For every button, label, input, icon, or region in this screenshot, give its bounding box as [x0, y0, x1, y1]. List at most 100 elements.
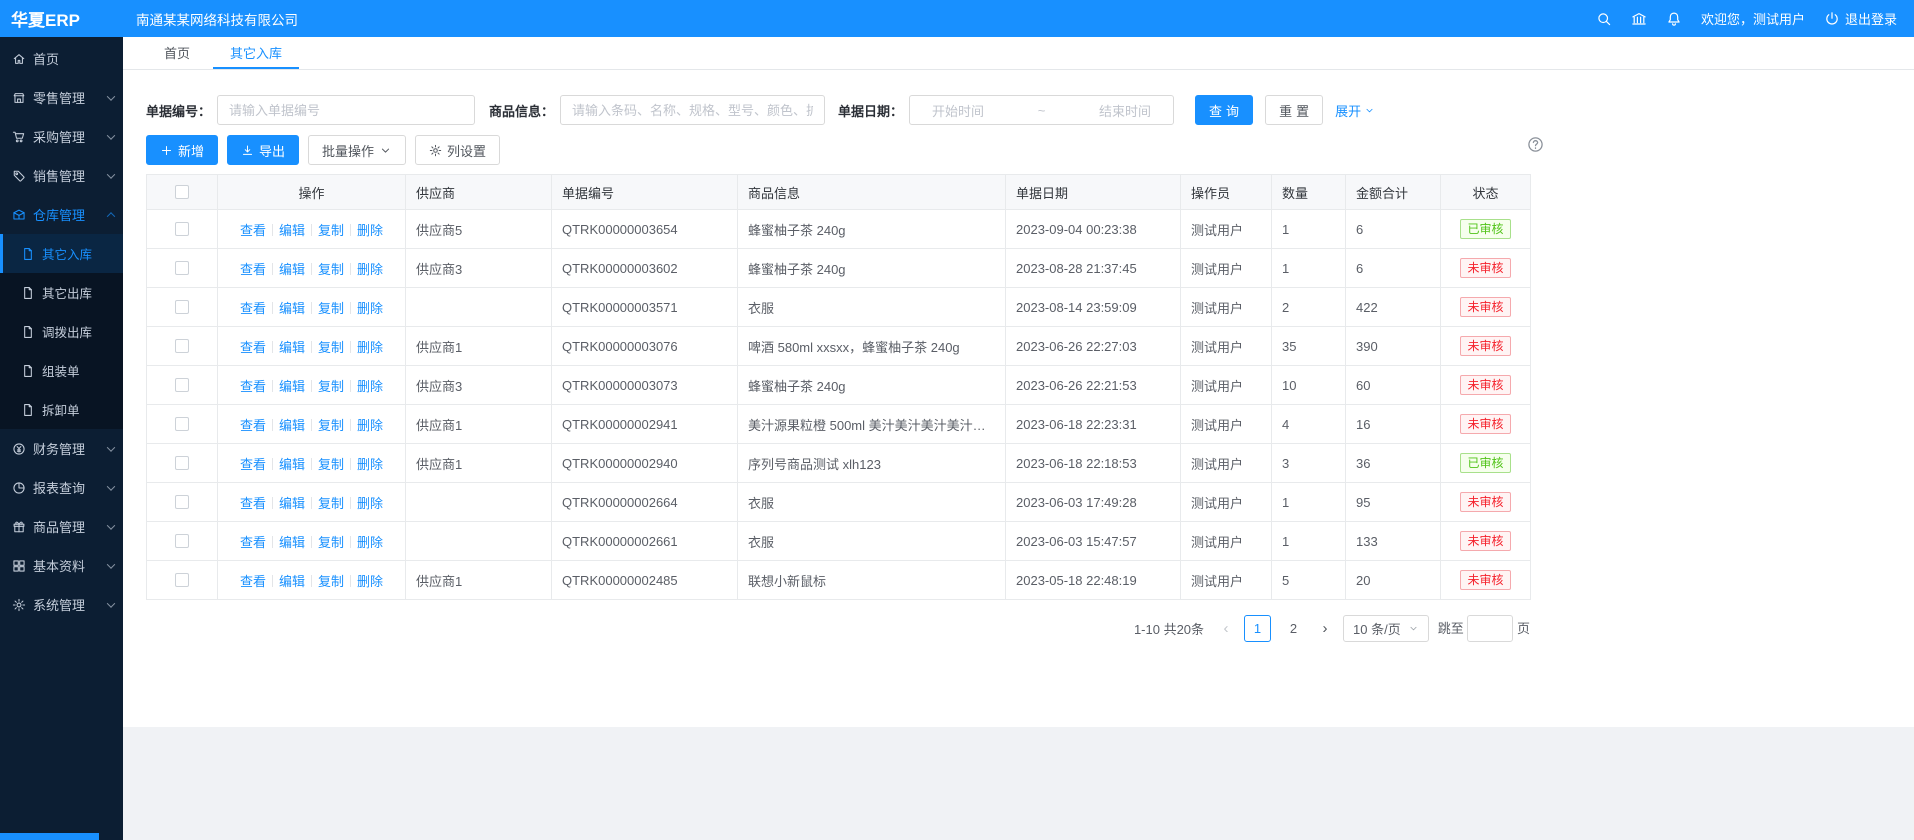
jump-page-input[interactable] — [1467, 615, 1513, 642]
column-settings-button[interactable]: 列设置 — [415, 135, 500, 165]
sidebar-item-goods[interactable]: 商品管理 — [0, 507, 123, 546]
row-copy-link[interactable]: 复制 — [318, 574, 344, 589]
column-header-bill_no: 单据编号 — [552, 175, 738, 210]
search-icon[interactable] — [1596, 11, 1612, 27]
row-view-link[interactable]: 查看 — [240, 496, 266, 511]
row-delete-link[interactable]: 删除 — [357, 574, 383, 589]
sidebar-subitem-transfer-outbound[interactable]: 调拨出库 — [0, 312, 123, 351]
sidebar-item-home[interactable]: 首页 — [0, 39, 123, 78]
row-checkbox[interactable] — [175, 222, 189, 236]
row-copy-link[interactable]: 复制 — [318, 379, 344, 394]
help-icon[interactable] — [1527, 136, 1544, 153]
sidebar-item-finance[interactable]: 财务管理 — [0, 429, 123, 468]
column-header-status: 状态 — [1441, 175, 1531, 210]
sidebar-item-report[interactable]: 报表查询 — [0, 468, 123, 507]
row-checkbox[interactable] — [175, 339, 189, 353]
row-copy-link[interactable]: 复制 — [318, 223, 344, 238]
date-range-picker[interactable]: 开始时间 ~ 结束时间 — [909, 95, 1174, 125]
search-button[interactable]: 查询 — [1195, 95, 1253, 125]
row-checkbox[interactable] — [175, 417, 189, 431]
row-copy-link[interactable]: 复制 — [318, 496, 344, 511]
expand-link[interactable]: 展开 — [1335, 101, 1375, 120]
sidebar-item-basic[interactable]: 基本资料 — [0, 546, 123, 585]
row-copy-link[interactable]: 复制 — [318, 340, 344, 355]
row-delete-link[interactable]: 删除 — [357, 223, 383, 238]
row-checkbox[interactable] — [175, 534, 189, 548]
tab-home[interactable]: 首页 — [147, 37, 207, 69]
row-delete-link[interactable]: 删除 — [357, 496, 383, 511]
row-checkbox[interactable] — [175, 573, 189, 587]
select-all-checkbox[interactable] — [175, 185, 189, 199]
action-divider — [350, 419, 351, 431]
row-edit-link[interactable]: 编辑 — [279, 223, 305, 238]
row-view-link[interactable]: 查看 — [240, 535, 266, 550]
row-view-link[interactable]: 查看 — [240, 340, 266, 355]
row-copy-link[interactable]: 复制 — [318, 262, 344, 277]
row-copy-link[interactable]: 复制 — [318, 457, 344, 472]
sidebar-item-system[interactable]: 系统管理 — [0, 585, 123, 624]
row-view-link[interactable]: 查看 — [240, 262, 266, 277]
table-row: 查看编辑复制删除供应商1QTRK00000002485联想小新鼠标2023-05… — [147, 561, 1531, 600]
row-edit-link[interactable]: 编辑 — [279, 262, 305, 277]
row-edit-link[interactable]: 编辑 — [279, 301, 305, 316]
row-edit-link[interactable]: 编辑 — [279, 418, 305, 433]
row-edit-link[interactable]: 编辑 — [279, 574, 305, 589]
row-copy-link[interactable]: 复制 — [318, 301, 344, 316]
sidebar-item-purchase[interactable]: 采购管理 — [0, 117, 123, 156]
row-checkbox[interactable] — [175, 495, 189, 509]
row-checkbox[interactable] — [175, 261, 189, 275]
row-delete-link[interactable]: 删除 — [357, 301, 383, 316]
app-logo[interactable]: 华夏ERP — [0, 6, 123, 31]
column-header-total: 金额合计 — [1346, 175, 1441, 210]
row-checkbox[interactable] — [175, 300, 189, 314]
row-edit-link[interactable]: 编辑 — [279, 496, 305, 511]
sidebar-subitem-disassembly[interactable]: 拆卸单 — [0, 390, 123, 429]
row-edit-link[interactable]: 编辑 — [279, 379, 305, 394]
logout-button[interactable]: 退出登录 — [1824, 9, 1897, 28]
sidebar-item-label: 基本资料 — [33, 556, 108, 575]
bell-icon[interactable] — [1666, 11, 1682, 27]
add-button[interactable]: 新增 — [146, 135, 218, 165]
next-page-button[interactable]: › — [1316, 616, 1334, 642]
sidebar-subitem-other-inbound[interactable]: 其它入库 — [0, 234, 123, 273]
tab-other-inbound[interactable]: 其它入库 — [213, 37, 299, 69]
sidebar-subitem-other-outbound[interactable]: 其它出库 — [0, 273, 123, 312]
row-checkbox[interactable] — [175, 456, 189, 470]
row-delete-link[interactable]: 删除 — [357, 340, 383, 355]
goods-info-input[interactable] — [560, 95, 825, 125]
sidebar-item-retail[interactable]: 零售管理 — [0, 78, 123, 117]
row-view-link[interactable]: 查看 — [240, 301, 266, 316]
cell-qty: 4 — [1272, 405, 1346, 444]
page-1-button[interactable]: 1 — [1244, 615, 1271, 642]
row-copy-link[interactable]: 复制 — [318, 535, 344, 550]
row-delete-link[interactable]: 删除 — [357, 379, 383, 394]
bank-icon[interactable] — [1631, 11, 1647, 27]
row-view-link[interactable]: 查看 — [240, 457, 266, 472]
row-checkbox[interactable] — [175, 378, 189, 392]
sidebar-item-warehouse[interactable]: 仓库管理 — [0, 195, 123, 234]
row-edit-link[interactable]: 编辑 — [279, 535, 305, 550]
page-2-button[interactable]: 2 — [1280, 615, 1307, 642]
sidebar-item-sales[interactable]: 销售管理 — [0, 156, 123, 195]
row-delete-link[interactable]: 删除 — [357, 457, 383, 472]
row-copy-link[interactable]: 复制 — [318, 418, 344, 433]
row-delete-link[interactable]: 删除 — [357, 535, 383, 550]
jump-suffix: 页 — [1517, 621, 1530, 636]
row-delete-link[interactable]: 删除 — [357, 418, 383, 433]
row-edit-link[interactable]: 编辑 — [279, 457, 305, 472]
row-view-link[interactable]: 查看 — [240, 418, 266, 433]
batch-actions-button[interactable]: 批量操作 — [308, 135, 406, 165]
bill-no-input[interactable] — [217, 95, 475, 125]
prev-page-button[interactable]: ‹ — [1217, 616, 1235, 642]
row-edit-link[interactable]: 编辑 — [279, 340, 305, 355]
export-button[interactable]: 导出 — [227, 135, 299, 165]
reset-button[interactable]: 重置 — [1265, 95, 1323, 125]
row-delete-link[interactable]: 删除 — [357, 262, 383, 277]
page-size-select[interactable]: 10 条/页 — [1343, 615, 1429, 642]
sidebar-subitem-assembly[interactable]: 组装单 — [0, 351, 123, 390]
expand-label: 展开 — [1335, 101, 1361, 120]
row-view-link[interactable]: 查看 — [240, 379, 266, 394]
cell-date: 2023-08-28 21:37:45 — [1006, 249, 1181, 288]
row-view-link[interactable]: 查看 — [240, 574, 266, 589]
row-view-link[interactable]: 查看 — [240, 223, 266, 238]
